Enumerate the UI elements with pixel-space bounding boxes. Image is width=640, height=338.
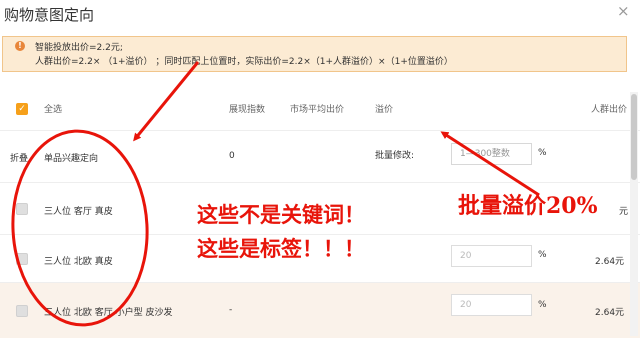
table-header: ✓ 全选 展现指数 市场平均出价 溢价 人群出价 — [0, 90, 640, 130]
row-crowd-bid: 2.64元 — [595, 257, 625, 267]
row-name: 三人位 客厅 真皮 — [44, 207, 113, 217]
vertical-scrollbar[interactable] — [630, 92, 638, 336]
annotation-are-tags: 这些是标签！！！ — [197, 236, 365, 261]
row-checkbox[interactable] — [16, 203, 28, 215]
notice-line-2: 人群出价=2.2× （1+溢价） ；同时匹配上位置时，实际出价=2.2×（1+人… — [35, 57, 453, 67]
collapse-toggle[interactable]: 折叠 — [10, 151, 28, 164]
scrollbar-thumb[interactable] — [631, 94, 637, 180]
annotation-batch-premium: 批量溢价20% — [458, 193, 598, 219]
group-row: 折叠 单品兴趣定向 0 批量修改: 1—300整数 % — [0, 130, 640, 182]
row-crowd-bid: 2.64元 — [595, 308, 625, 318]
batch-label: 批量修改: — [375, 151, 415, 161]
notice-line-1: 智能投放出价=2.2元; — [35, 43, 123, 53]
check-icon: ✓ — [18, 104, 26, 114]
row-name: 三人位 北欧 真皮 — [44, 257, 113, 267]
row-premium-input[interactable]: 20 — [451, 245, 532, 267]
row-impressions: - — [229, 305, 233, 315]
annotation-not-keywords: 这些不是关键词！ — [197, 202, 365, 227]
header-premium: 溢价 — [375, 105, 394, 115]
warning-icon: ! — [15, 41, 25, 51]
batch-percent: % — [538, 148, 547, 158]
table-row: 三人位 北欧 客厅 小户型 皮沙发 - 20 % 2.64元 — [0, 282, 640, 338]
group-name: 单品兴趣定向 — [44, 154, 99, 164]
notice-banner: ! 智能投放出价=2.2元; 人群出价=2.2× （1+溢价） ；同时匹配上位置… — [2, 36, 627, 72]
row-percent: % — [538, 250, 547, 260]
close-icon[interactable]: × — [617, 4, 630, 19]
dialog-title: 购物意图定向 — [4, 6, 95, 24]
select-all-checkbox[interactable]: ✓ — [16, 103, 28, 115]
group-impressions: 0 — [229, 151, 235, 161]
row-percent: % — [538, 300, 547, 310]
batch-premium-input[interactable]: 1—300整数 — [451, 143, 532, 165]
header-crowd-bid: 人群出价 — [591, 105, 628, 115]
row-checkbox[interactable] — [16, 253, 28, 265]
row-name: 三人位 北欧 客厅 小户型 皮沙发 — [44, 308, 173, 318]
header-impressions: 展现指数 — [229, 105, 266, 115]
row-crowd-bid: 元 — [619, 207, 629, 217]
header-market-avg-bid: 市场平均出价 — [290, 105, 345, 115]
row-checkbox[interactable] — [16, 305, 28, 317]
row-premium-input[interactable]: 20 — [451, 294, 532, 316]
select-all-label: 全选 — [44, 105, 63, 115]
